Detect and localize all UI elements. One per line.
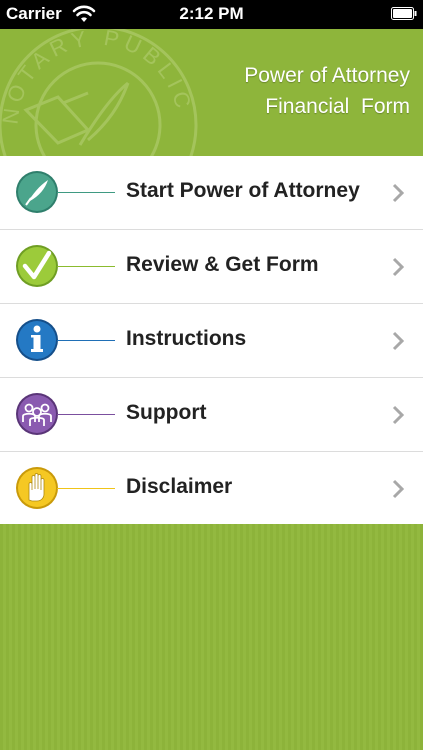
title-line-2: Financial Form (265, 95, 410, 118)
menu-item-support[interactable]: Support (0, 378, 423, 452)
seal-text: NOTARY PUBLIC (0, 29, 192, 126)
menu-item-label: Support (126, 401, 207, 424)
chevron-right-icon (392, 331, 404, 351)
chevron-right-icon (392, 257, 404, 277)
menu-connector-line (57, 488, 115, 489)
info-icon (16, 319, 58, 361)
people-icon (16, 393, 58, 435)
quill-icon (16, 171, 58, 213)
menu-connector-line (57, 414, 115, 415)
chevron-right-icon (392, 183, 404, 203)
menu-connector-line (57, 340, 115, 341)
menu-item-disclaimer[interactable]: Disclaimer (0, 452, 423, 525)
menu-item-label: Start Power of Attorney (126, 179, 360, 202)
main-menu: Start Power of Attorney Review & Get For… (0, 156, 423, 524)
status-time: 2:12 PM (179, 4, 244, 23)
menu-item-start-power-of-attorney[interactable]: Start Power of Attorney (0, 156, 423, 230)
menu-item-label: Disclaimer (126, 475, 233, 498)
menu-item-label: Review & Get Form (126, 253, 319, 276)
svg-text:NOTARY PUBLIC: NOTARY PUBLIC (0, 29, 197, 126)
battery-icon (391, 7, 417, 20)
status-bar: Carrier 2:12 PM (0, 0, 423, 29)
checkmark-icon (16, 245, 58, 287)
menu-item-review-get-form[interactable]: Review & Get Form (0, 230, 423, 304)
menu-item-instructions[interactable]: Instructions (0, 304, 423, 378)
app-header: NOTARY PUBLIC Power of Attorney Financia… (0, 29, 423, 156)
chevron-right-icon (392, 479, 404, 499)
page-title: Power of Attorney Financial Form (244, 60, 410, 122)
menu-connector-line (57, 192, 115, 193)
hand-icon (16, 467, 58, 509)
menu-item-label: Instructions (126, 327, 247, 350)
menu-connector-line (57, 266, 115, 267)
title-line-1: Power of Attorney (244, 64, 410, 87)
notary-seal-icon: NOTARY PUBLIC (0, 29, 198, 156)
background-stripes (0, 524, 423, 750)
chevron-right-icon (392, 405, 404, 425)
